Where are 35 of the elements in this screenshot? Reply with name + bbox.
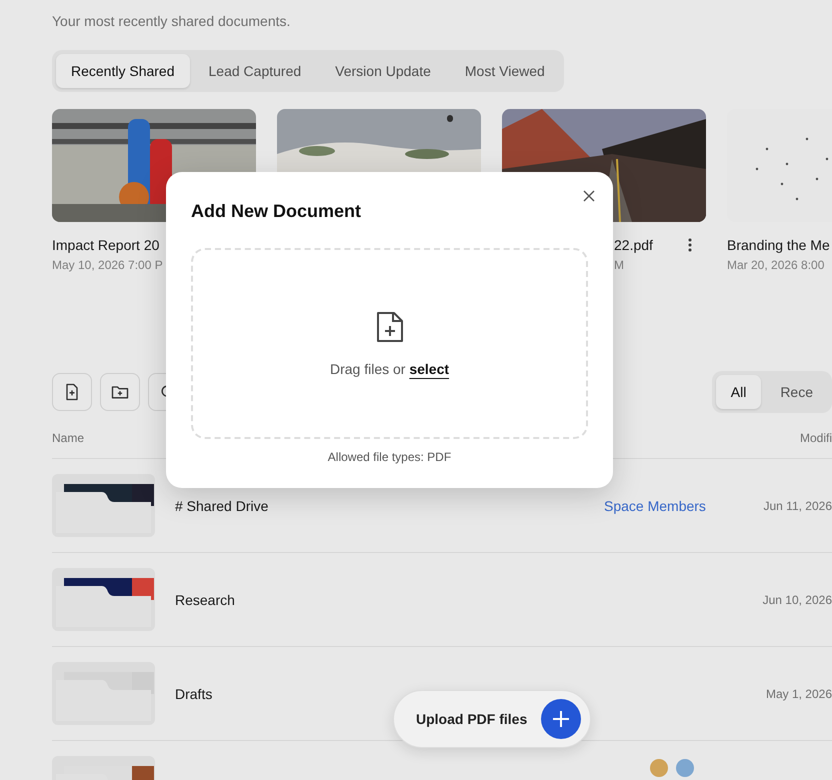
file-plus-icon [376,310,404,342]
new-folder-button[interactable] [100,373,140,411]
file-name[interactable]: Drafts [175,686,212,702]
drop-zone[interactable]: Drag files or select [191,248,588,439]
document-title[interactable]: 22.pdf [614,237,653,253]
drop-instructions: Drag files or select [330,360,450,376]
page-subtitle: Your most recently shared documents. [52,13,290,30]
file-name[interactable]: Research [175,592,235,608]
column-header[interactable]: Name [52,431,84,458]
document-title[interactable]: Branding the Me [727,237,830,253]
plus-icon [541,699,582,739]
tab[interactable]: Lead Captured [194,54,316,88]
modified-date: Jun 11, 2026 [763,498,832,512]
more-icon[interactable] [688,238,692,252]
tab[interactable]: Most Viewed [450,54,560,88]
allowed-types-note: Allowed file types: PDF [328,450,452,464]
document-title[interactable]: Impact Report 20 [52,237,160,253]
close-icon[interactable] [583,190,595,202]
modified-date: May 1, 2026 [766,686,832,700]
filter-tab[interactable]: Rece [765,375,828,409]
avatar-icon [676,759,694,777]
select-link[interactable]: select [409,360,450,376]
column-header[interactable]: Modifi [800,431,832,458]
document-date: Mar 20, 2026 8:00 [727,258,824,272]
filter-tab[interactable]: All [716,375,762,409]
upload-button[interactable]: Upload PDF files [393,690,592,748]
file-name[interactable]: # Shared Drive [175,498,268,514]
dialog-title: Add New Document [191,200,362,222]
shared-with-link[interactable]: Space Members [604,498,706,514]
modified-date: Jun 10, 2026 [762,592,832,606]
tab[interactable]: Recently Shared [56,54,190,88]
document-date: M [614,258,624,272]
tab[interactable]: Version Update [320,54,446,88]
document-date: May 10, 2026 7:00 P [52,258,163,272]
new-document-button[interactable] [52,373,92,411]
